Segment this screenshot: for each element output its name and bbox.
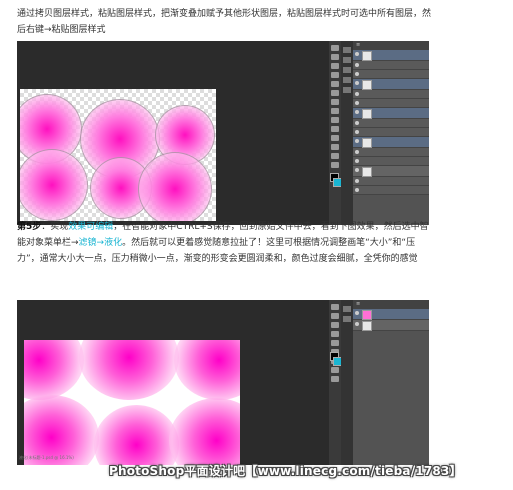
paragraph-icon[interactable] [343, 87, 351, 93]
layer-effect-row[interactable] [353, 128, 429, 137]
layer-thumbnail [362, 310, 372, 320]
crop-tool-icon[interactable] [331, 81, 339, 87]
layer-effect-row[interactable] [353, 157, 429, 166]
eye-icon[interactable] [355, 139, 359, 143]
para1-text: 通过拷贝图层样式，粘贴图层样式，把渐变叠加赋予其他形状图层，粘贴图层样式时可选中… [17, 9, 432, 35]
layer-row[interactable] [353, 166, 429, 177]
layer-row[interactable] [353, 320, 429, 331]
layer-thumbnail [362, 109, 372, 119]
eye-icon[interactable] [355, 52, 359, 56]
photoshop-screenshot-1: ≡ [17, 41, 429, 225]
layer-thumbnail [362, 167, 372, 177]
quick-select-tool-icon[interactable] [331, 331, 339, 337]
canvas-area [17, 41, 329, 225]
gradient-blob [169, 398, 240, 465]
eye-icon[interactable] [355, 188, 359, 192]
layers-panel-header: ≡ [353, 41, 429, 50]
document-canvas [20, 89, 216, 221]
history-icon[interactable] [343, 47, 351, 53]
eye-icon[interactable] [355, 121, 359, 125]
marquee-tool-icon[interactable] [331, 313, 339, 319]
gradient-circle [138, 152, 212, 221]
actions-icon[interactable] [343, 57, 351, 63]
instruction-paragraph-1: 通过拷贝图层样式，粘贴图层样式，把渐变叠加赋予其他形状图层，粘贴图层样式时可选中… [17, 6, 437, 38]
actions-icon[interactable] [343, 316, 351, 322]
brush-panel-icon[interactable] [343, 67, 351, 73]
highlight-liquify: 滤镜→液化 [78, 238, 123, 248]
document-caption: 液化(未标题-1.psd @ 16.1%) [19, 455, 74, 460]
gradient-blob [79, 340, 179, 400]
layer-effect-row[interactable] [353, 148, 429, 157]
layer-row[interactable] [353, 137, 429, 148]
pen-tool-icon[interactable] [331, 135, 339, 141]
eye-icon[interactable] [355, 81, 359, 85]
eraser-tool-icon[interactable] [331, 117, 339, 123]
eye-icon[interactable] [355, 101, 359, 105]
canvas-area [17, 300, 329, 465]
gradient-tool-icon[interactable] [331, 126, 339, 132]
eye-icon[interactable] [355, 130, 359, 134]
lasso-tool-icon[interactable] [331, 322, 339, 328]
layers-panel-header: ≡ [353, 300, 429, 309]
marquee-tool-icon[interactable] [331, 54, 339, 60]
photoshop-screenshot-2: ≡ [17, 300, 429, 465]
shape-tool-icon[interactable] [331, 153, 339, 159]
eye-icon[interactable] [355, 168, 359, 172]
layer-effect-row[interactable] [353, 61, 429, 70]
watermark: PhotoShop平面设计吧【www.linecg.com/tieba/1783… [109, 464, 462, 478]
eyedropper-tool-icon[interactable] [331, 90, 339, 96]
layer-effect-row[interactable] [353, 70, 429, 79]
layer-thumbnail [362, 51, 372, 61]
gradient-blob [24, 340, 84, 400]
history-icon[interactable] [343, 306, 351, 312]
type-tool-icon[interactable] [331, 376, 339, 382]
gradient-blob [94, 405, 179, 465]
tools-panel [329, 41, 342, 225]
layer-thumbnail [362, 321, 372, 331]
layer-row[interactable] [353, 108, 429, 119]
highlight-editable: 效果可编辑 [68, 222, 114, 232]
layer-effect-row[interactable] [353, 119, 429, 128]
layer-row[interactable] [353, 79, 429, 90]
eye-icon[interactable] [355, 159, 359, 163]
zoom-tool-icon[interactable] [331, 162, 339, 168]
move-tool-icon[interactable] [331, 304, 339, 310]
gradient-circle [20, 149, 88, 221]
tools-panel [329, 300, 342, 465]
move-tool-icon[interactable] [331, 45, 339, 51]
character-icon[interactable] [343, 77, 351, 83]
eraser-tool-icon[interactable] [331, 367, 339, 373]
para2-part1: ：实现 [41, 222, 69, 232]
layers-panel: ≡ [353, 41, 429, 225]
step-label: 第5步 [17, 222, 42, 232]
eye-icon[interactable] [355, 63, 359, 67]
crop-tool-icon[interactable] [331, 340, 339, 346]
layer-effect-row[interactable] [353, 99, 429, 108]
layers-panel: ≡ [353, 300, 429, 465]
eye-icon[interactable] [355, 110, 359, 114]
eye-icon[interactable] [355, 150, 359, 154]
layer-row[interactable] [353, 50, 429, 61]
panel-dock [341, 41, 353, 225]
eye-icon[interactable] [355, 72, 359, 76]
type-tool-icon[interactable] [331, 144, 339, 150]
gradient-blob [174, 340, 240, 400]
panel-dock [341, 300, 353, 465]
lasso-tool-icon[interactable] [331, 63, 339, 69]
layer-effect-row[interactable] [353, 177, 429, 186]
layer-row[interactable] [353, 309, 429, 320]
brush-tool-icon[interactable] [331, 99, 339, 105]
layer-effect-row[interactable] [353, 186, 429, 195]
instruction-paragraph-2: 第5步：实现效果可编辑，在智能对象中CTRL+S保存，回到原始文件中去，看到下图… [17, 219, 437, 267]
layer-effect-row[interactable] [353, 90, 429, 99]
eye-icon[interactable] [355, 179, 359, 183]
eye-icon[interactable] [355, 311, 359, 315]
stamp-tool-icon[interactable] [331, 108, 339, 114]
layer-thumbnail [362, 138, 372, 148]
quick-select-tool-icon[interactable] [331, 72, 339, 78]
eye-icon[interactable] [355, 322, 359, 326]
layer-thumbnail [362, 80, 372, 90]
eye-icon[interactable] [355, 92, 359, 96]
document-canvas [24, 340, 240, 465]
